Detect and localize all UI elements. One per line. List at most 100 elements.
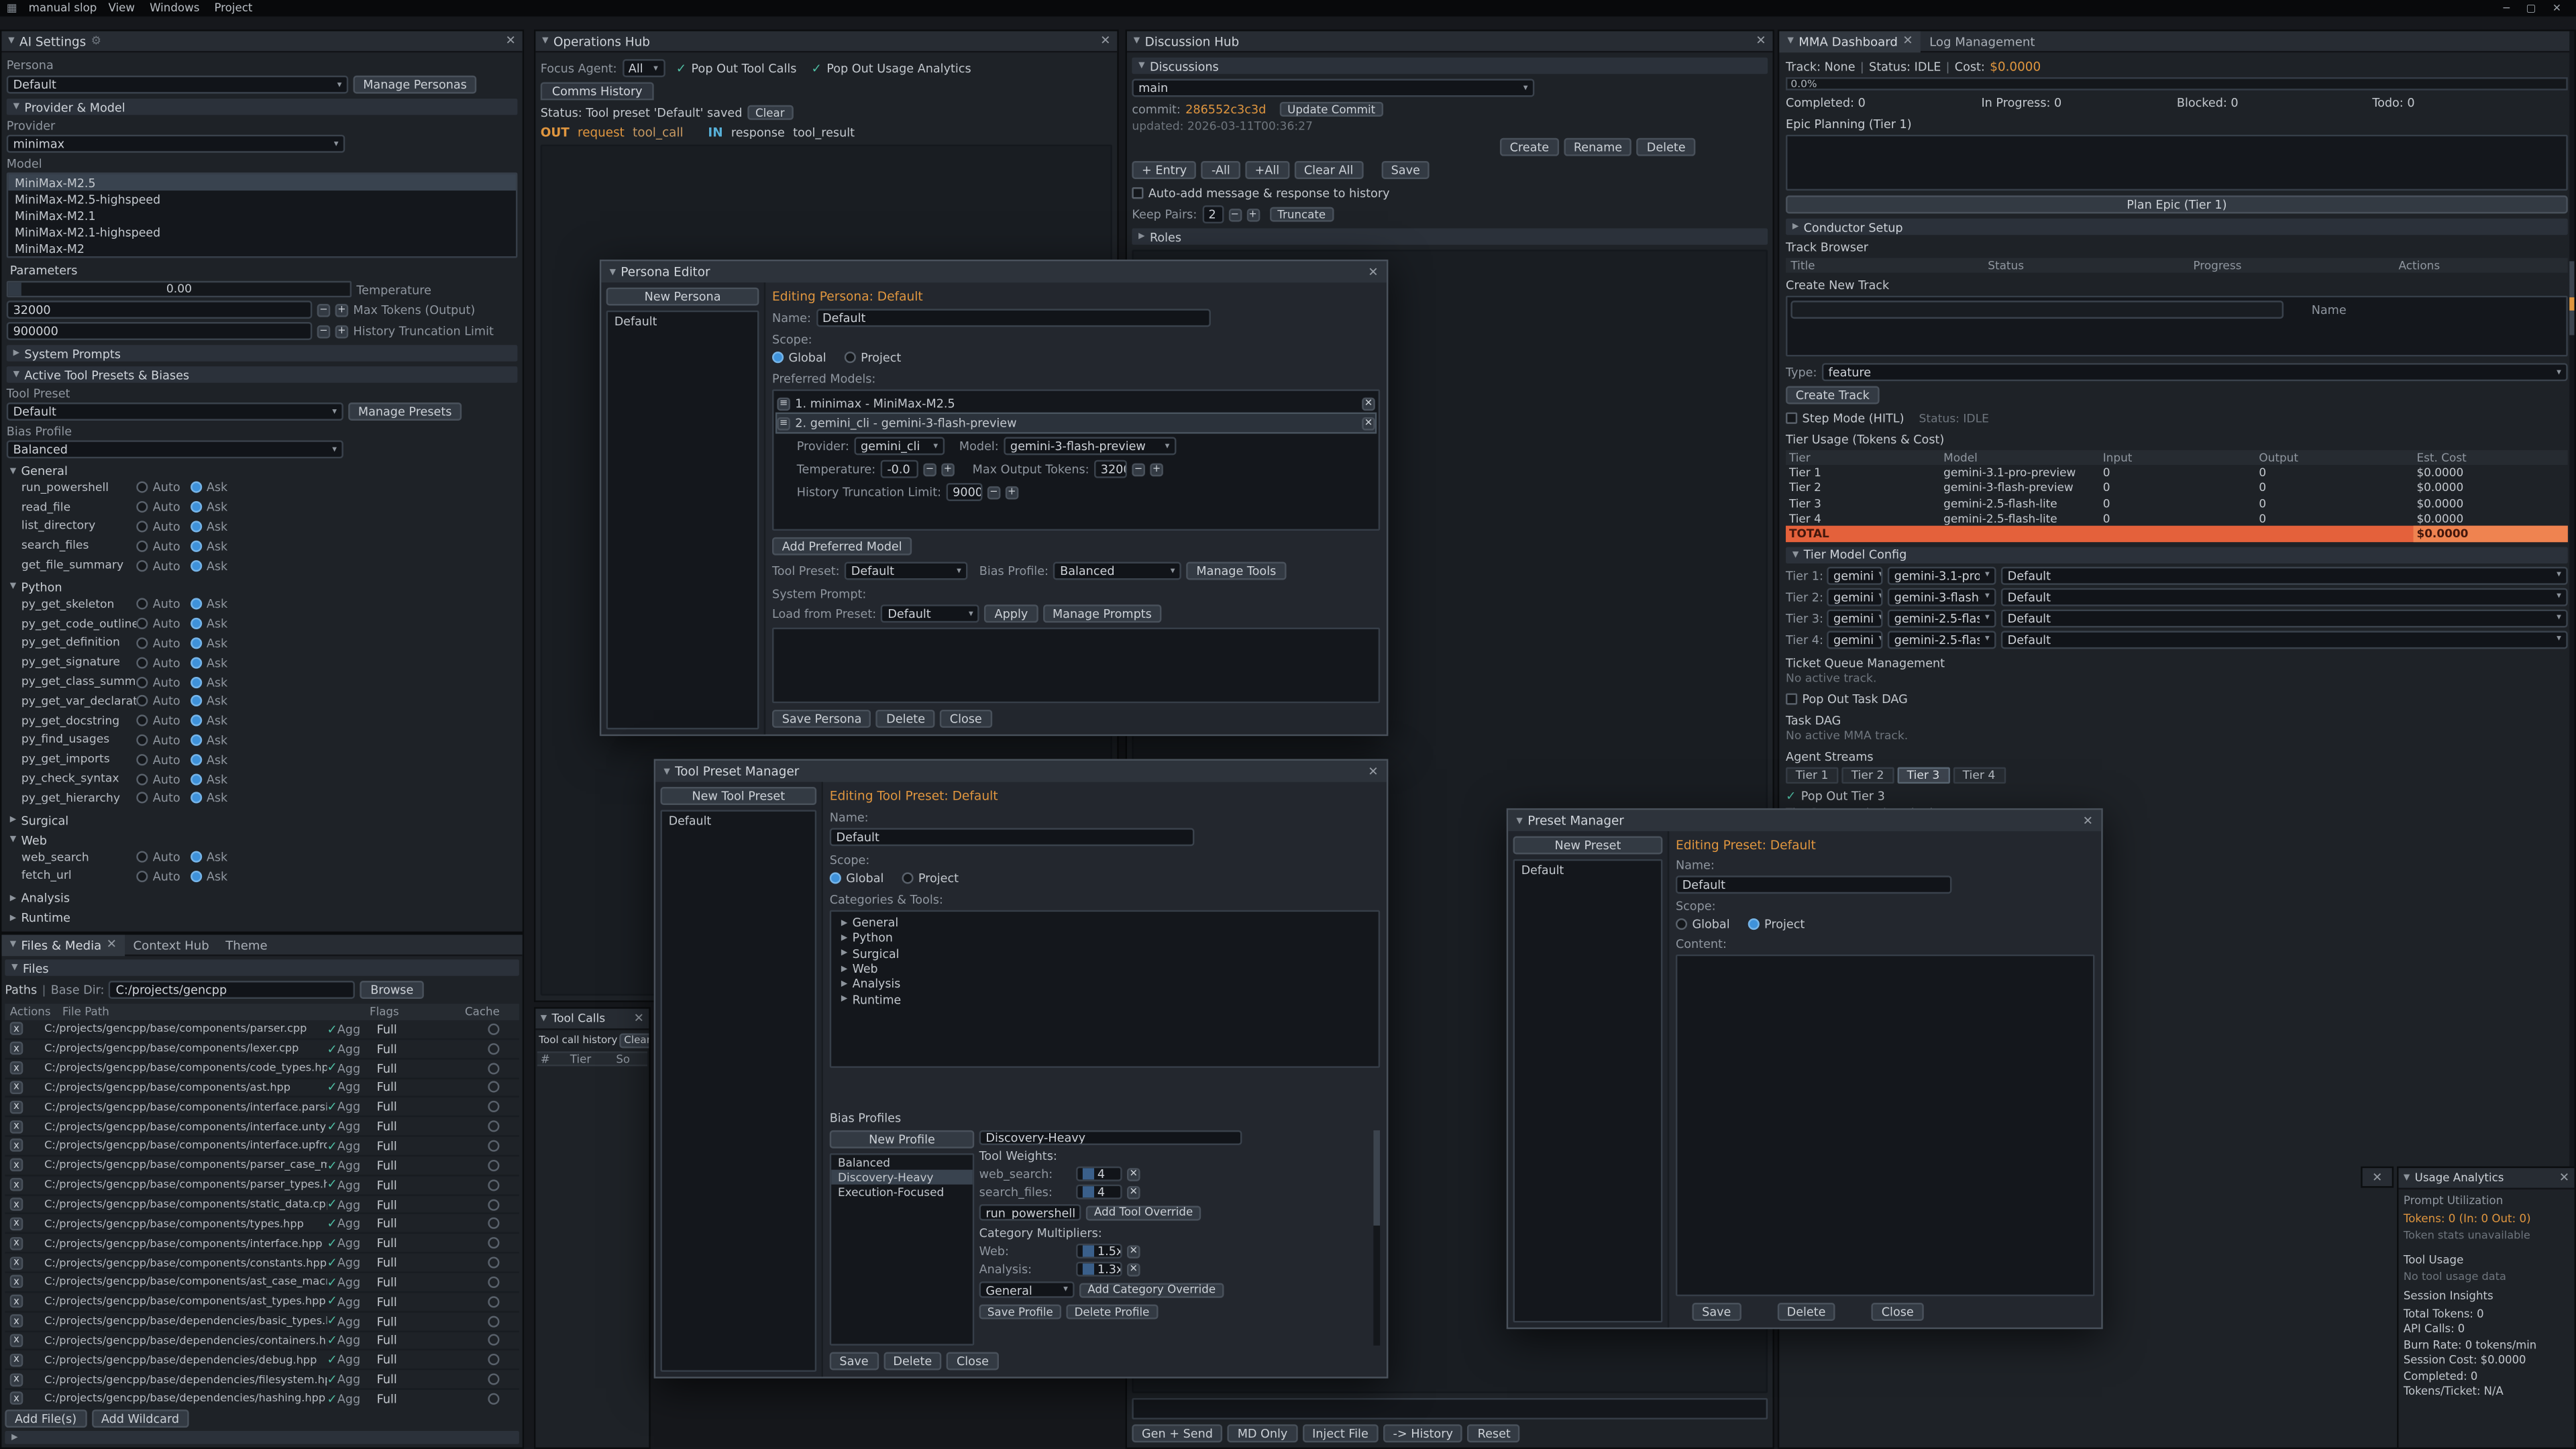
delete-button[interactable]: Delete [883,1352,942,1371]
full-flag[interactable]: Full [377,1216,397,1231]
plus-all-button[interactable]: +All [1245,161,1289,179]
auto-radio[interactable] [136,598,148,610]
cache-toggle[interactable] [488,1393,499,1405]
auto-radio[interactable] [136,735,148,746]
remove-file-button[interactable]: x [10,1197,23,1211]
tree-category[interactable]: ▶ Python [831,930,1379,946]
preferred-model-row[interactable]: ≡ 2. gemini_cli - gemini-3-flash-preview… [777,414,1375,432]
save-button[interactable]: Save [830,1352,879,1371]
create-discussion-button[interactable]: Create [1500,138,1559,156]
active-presets-section-header[interactable]: ▼ Active Tool Presets & Biases [7,366,518,382]
remove-file-button[interactable]: x [10,1236,23,1250]
track-name-input[interactable] [1790,301,2284,319]
remove-file-button[interactable]: x [10,1217,23,1230]
clipped-section-header[interactable]: ▶ [5,1431,519,1444]
collapse-icon[interactable]: ▼ [8,36,14,46]
decrement-button[interactable]: − [1132,462,1145,476]
cache-toggle[interactable] [488,1199,499,1210]
composer-button[interactable]: Reset [1468,1424,1521,1442]
profile-name-input[interactable]: Discovery-Heavy [979,1130,1242,1145]
message-input[interactable] [1132,1398,1768,1419]
close-icon[interactable]: ✕ [634,1012,644,1024]
check-icon[interactable]: ✓ [327,1256,337,1269]
check-icon[interactable]: ✓ [327,1354,337,1366]
list-item[interactable]: Default [608,312,757,328]
legend-tool-result[interactable]: tool_result [793,125,855,140]
tree-category[interactable]: ▶ Analysis [831,976,1379,991]
cache-toggle[interactable] [488,1043,499,1055]
save-persona-button[interactable]: Save Persona [772,710,871,728]
remove-file-button[interactable]: x [10,1139,23,1152]
bias-profile-select[interactable]: Balanced ▾ [7,440,343,458]
apply-button[interactable]: Apply [985,604,1038,623]
legend-tool-call[interactable]: tool_call [633,125,684,140]
preset-name-input[interactable]: Default [1676,875,1951,894]
list-item[interactable]: Default [1515,861,1661,877]
remove-file-button[interactable]: x [10,1061,23,1075]
auto-radio[interactable] [136,521,148,532]
ask-radio[interactable] [190,521,201,532]
auto-radio[interactable] [136,676,148,688]
collapse-icon[interactable]: ▶ [841,949,847,959]
model-list-item[interactable]: MiniMax-M2.1 [8,207,516,223]
ask-radio[interactable] [190,871,201,882]
save-discussion-button[interactable]: Save [1381,161,1430,179]
full-flag[interactable]: Full [377,1061,397,1075]
collapse-icon[interactable]: ▼ [2404,1173,2410,1183]
legend-request[interactable]: request [578,125,625,140]
auto-radio[interactable] [136,482,148,494]
collapse-icon[interactable]: ▶ [841,933,847,943]
list-item[interactable]: Discovery-Heavy [831,1170,973,1185]
epic-planning-input[interactable] [1786,135,2568,191]
clear-all-button[interactable]: Clear All [1294,161,1363,179]
general-group-header[interactable]: ▼ General [7,464,518,478]
pe-bias-select[interactable]: Balanced ▾ [1053,562,1181,580]
full-flag[interactable]: Full [377,1138,397,1153]
rename-discussion-button[interactable]: Rename [1564,138,1632,156]
ask-radio[interactable] [190,501,201,513]
gear-icon[interactable]: ⚙ [91,34,101,48]
pm-temperature-input[interactable]: -0.0 [881,460,918,478]
auto-radio[interactable] [136,637,148,649]
check-icon[interactable]: ✓ [327,1276,337,1288]
close-icon[interactable]: ✕ [1756,35,1766,47]
files-section-header[interactable]: ▼ Files [5,959,519,975]
full-flag[interactable]: Full [377,1255,397,1270]
pe-tool-preset-select[interactable]: Default ▾ [845,562,968,580]
system-prompt-input[interactable] [772,628,1380,704]
check-icon[interactable]: ✓ [327,1081,337,1093]
close-icon[interactable]: ✕ [2083,814,2093,826]
tier-model-select[interactable]: gemini-3.1-pro-preview ▾ [1888,566,1996,584]
cache-toggle[interactable] [488,1354,499,1366]
conductor-setup-header[interactable]: ▶ Conductor Setup [1786,219,2568,235]
cache-toggle[interactable] [488,1316,499,1327]
ask-radio[interactable] [190,696,201,707]
tab-mma-dashboard[interactable]: ▼ MMA Dashboard ✕ [1779,30,1921,52]
decrement-button[interactable]: − [1228,208,1242,221]
full-flag[interactable]: Full [377,1158,397,1173]
close-icon[interactable]: ✕ [2553,1,2561,15]
model-list-item[interactable]: MiniMax-M2.1-highspeed [8,223,516,239]
tab-theme[interactable]: Theme [217,934,276,955]
delete-profile-button[interactable]: Delete Profile [1066,1304,1157,1319]
check-icon[interactable]: ✓ [327,1042,337,1055]
check-icon[interactable]: ✓ [327,1159,337,1171]
browse-button[interactable]: Browse [361,981,423,999]
model-list-item[interactable]: MiniMax-M2.5-highspeed [8,191,516,207]
drag-handle[interactable] [1083,1263,1094,1275]
provider-model-section-header[interactable]: ▼ Provider & Model [7,99,518,115]
tier-model-select[interactable]: gemini-2.5-flash-lite ▾ [1888,631,1996,649]
tier-preset-select[interactable]: Default ▾ [2001,609,2568,627]
new-profile-button[interactable]: New Profile [830,1130,975,1148]
check-icon[interactable]: ✓ [327,1198,337,1210]
scope-project-radio[interactable] [1748,918,1760,930]
load-preset-select[interactable]: Default ▾ [881,604,980,623]
cache-toggle[interactable] [488,1335,499,1346]
close-icon[interactable]: ✕ [1368,266,1378,278]
stream-tab[interactable]: Tier 4 [1953,767,2005,783]
legend-in[interactable]: IN [708,125,722,140]
cache-toggle[interactable] [488,1102,499,1113]
stream-tab[interactable]: Tier 3 [1897,767,1949,783]
cache-toggle[interactable] [488,1277,499,1288]
discussions-section-header[interactable]: ▼ Discussions [1132,58,1768,74]
